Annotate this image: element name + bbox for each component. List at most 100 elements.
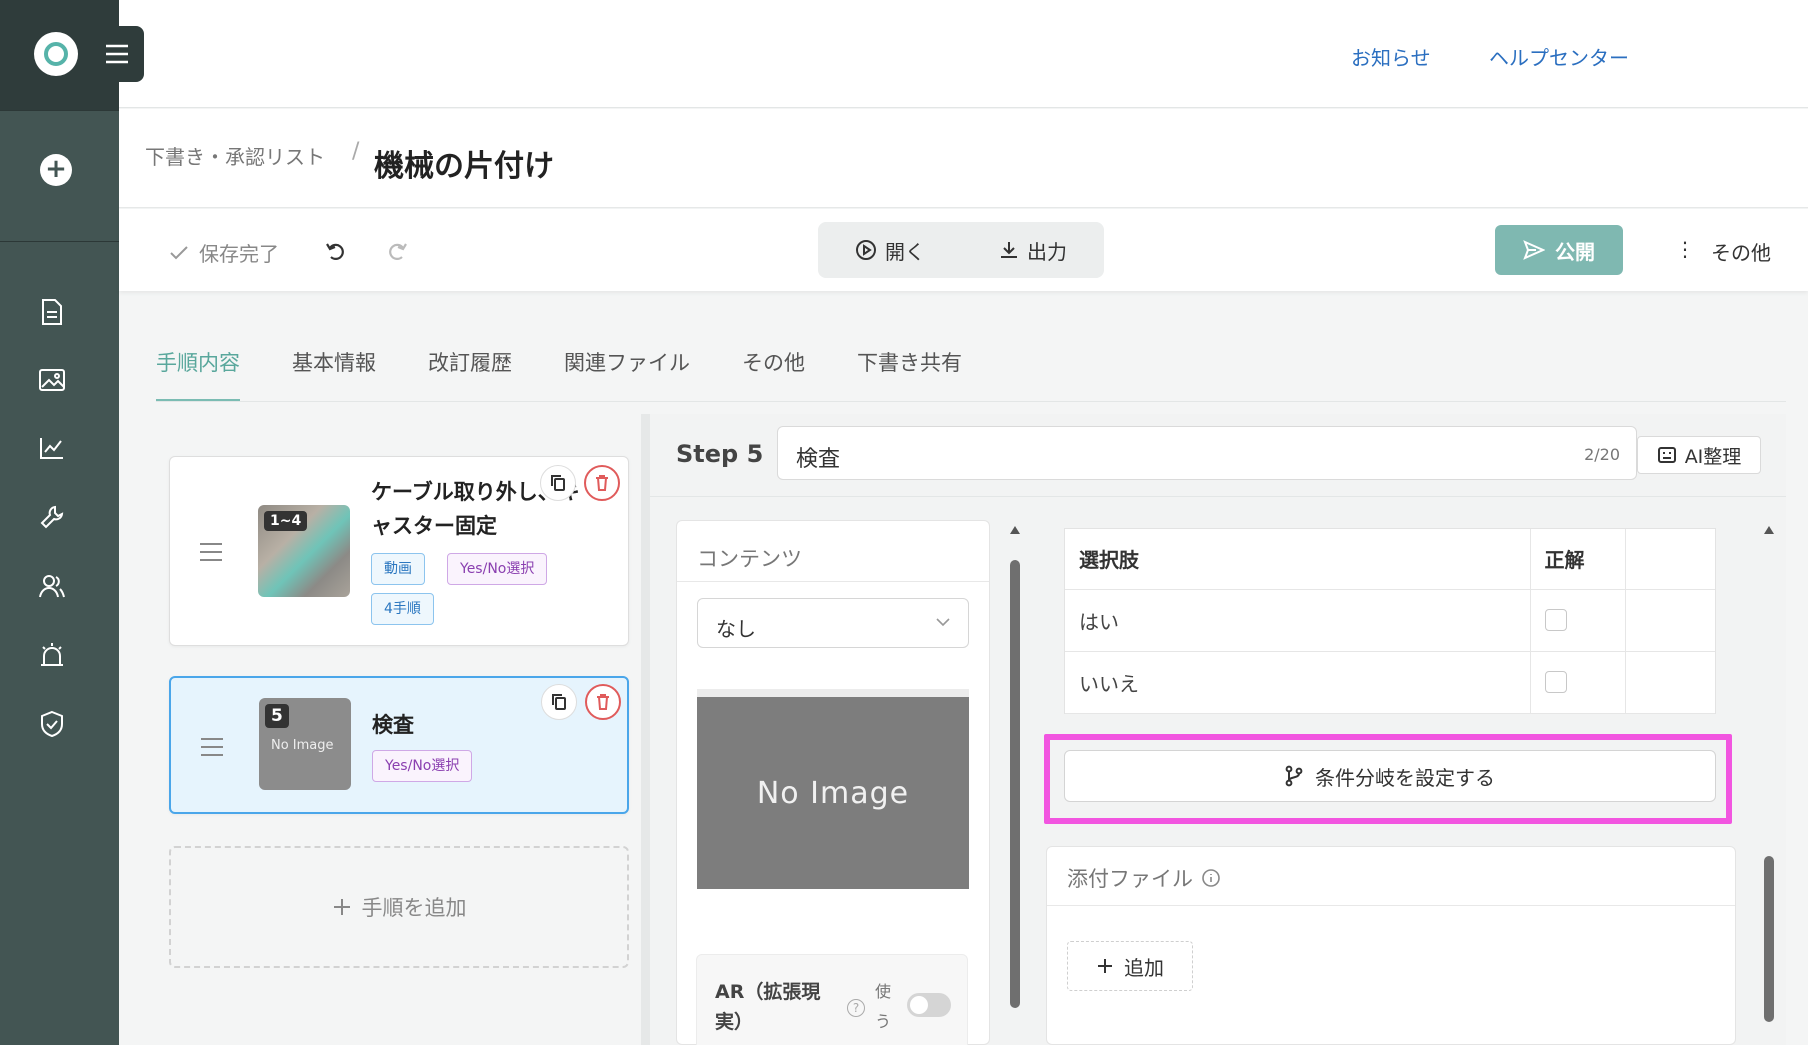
choices-table: 選択肢 正解 はい いいえ: [1064, 528, 1716, 714]
step-title-value: 検査: [796, 447, 841, 472]
attachments-panel: 添付ファイル 追加: [1046, 846, 1736, 1045]
copy-step-button[interactable]: [540, 465, 576, 501]
publish-button-label: 公開: [1555, 239, 1595, 264]
ar-use-label: 使う: [875, 982, 892, 1031]
tab-other[interactable]: その他: [716, 348, 831, 402]
delete-step-button[interactable]: [584, 465, 620, 501]
ar-label: AR（拡張現実）: [715, 981, 821, 1033]
breadcrumb-parent[interactable]: 下書き・承認リスト: [145, 141, 325, 170]
info-icon[interactable]: [1201, 868, 1221, 888]
chart-icon[interactable]: [36, 432, 68, 464]
copy-icon: [552, 694, 566, 710]
column-header: 選択肢: [1065, 529, 1530, 590]
no-image-label: No Image: [271, 738, 334, 753]
drag-handle-icon[interactable]: [201, 738, 223, 756]
rail-divider: [0, 241, 119, 242]
ai-organize-label: AI整理: [1684, 445, 1742, 468]
step-thumbnail: 5 No Image: [259, 698, 351, 790]
contents-type-select[interactable]: なし: [697, 598, 969, 648]
tag-video: 動画: [371, 553, 425, 585]
ar-toggle[interactable]: [907, 993, 951, 1017]
step-card-active[interactable]: 5 No Image 検査 Yes/No選択: [169, 676, 629, 814]
contents-title: コンテンツ: [697, 547, 802, 571]
ai-organize-button[interactable]: AI整理: [1637, 436, 1761, 474]
step-number-badge: 1~4: [264, 511, 308, 531]
top-header: お知らせ ヘルプセンター: [119, 0, 1808, 108]
help-center-link[interactable]: ヘルプセンター: [1489, 42, 1629, 71]
save-status: 保存完了: [169, 238, 279, 267]
set-branch-label: 条件分岐を設定する: [1315, 765, 1495, 790]
create-new-button[interactable]: +: [40, 154, 72, 186]
page-title: 機械の片付け: [374, 149, 554, 184]
column-header: 正解: [1529, 529, 1625, 590]
branch-icon: [1285, 765, 1303, 787]
step-list: 1~4 ケーブル取り外し、キ ャスター固定 動画 Yes/No選択 4手順 5 …: [119, 402, 641, 1045]
attachments-title: 添付ファイル: [1067, 863, 1221, 893]
content-tabs: 手順内容 基本情報 改訂履歴 関連ファイル その他 下書き共有: [156, 348, 988, 402]
step-detail-pane: Step 5 検査 2/20 AI整理 コンテンツ なし No Image AR…: [650, 414, 1786, 1045]
tag-yes-no: Yes/No選択: [447, 553, 548, 585]
pane-splitter[interactable]: [641, 414, 650, 1045]
add-step-label: 手順を追加: [361, 896, 467, 920]
tab-related-files[interactable]: 関連ファイル: [538, 348, 716, 402]
step-thumbnail: 1~4: [258, 505, 350, 597]
delete-step-button[interactable]: [585, 684, 621, 720]
copy-step-button[interactable]: [541, 684, 577, 720]
alarm-icon[interactable]: [36, 639, 68, 671]
redo-button[interactable]: [382, 235, 412, 265]
notifications-link[interactable]: お知らせ: [1351, 42, 1431, 71]
chevron-down-icon: [936, 618, 950, 627]
trash-icon: [596, 475, 608, 491]
send-icon: [1523, 240, 1545, 260]
tab-basic-info[interactable]: 基本情報: [266, 348, 402, 402]
correct-checkbox[interactable]: [1544, 671, 1567, 693]
output-button-label: 出力: [1027, 239, 1067, 264]
table-row: はい: [1065, 589, 1715, 652]
char-counter: 2/20: [1584, 445, 1620, 464]
output-button[interactable]: 出力: [999, 236, 1067, 265]
tab-steps[interactable]: 手順内容: [156, 348, 240, 402]
check-icon: [170, 245, 188, 259]
kebab-icon: ⋮: [1675, 237, 1695, 261]
tag-substeps: 4手順: [371, 593, 434, 625]
play-circle-icon: [856, 240, 876, 260]
choice-label: いいえ: [1065, 651, 1530, 714]
tab-revision-history[interactable]: 改訂履歴: [402, 348, 538, 402]
open-button[interactable]: 開く: [855, 236, 925, 265]
menu-toggle-button[interactable]: [90, 26, 144, 82]
breadcrumb-separator: /: [352, 139, 360, 164]
table-row: いいえ: [1065, 651, 1715, 714]
help-icon[interactable]: ?: [847, 999, 865, 1017]
redo-icon: [389, 243, 407, 260]
correct-checkbox[interactable]: [1544, 609, 1567, 631]
add-step-button[interactable]: 手順を追加: [169, 846, 629, 968]
step-title-input[interactable]: 検査 2/20: [777, 426, 1637, 480]
app-logo[interactable]: [34, 32, 78, 76]
detail-scrollbar[interactable]: [1762, 526, 1776, 1045]
column-header-empty: [1624, 529, 1715, 590]
shield-check-icon[interactable]: [36, 708, 68, 740]
step-card[interactable]: 1~4 ケーブル取り外し、キ ャスター固定 動画 Yes/No選択 4手順: [169, 456, 629, 646]
publish-button[interactable]: 公開: [1495, 225, 1623, 275]
users-icon[interactable]: [36, 570, 68, 602]
plus-icon: [333, 899, 350, 915]
save-status-label: 保存完了: [199, 242, 279, 266]
drag-handle-icon[interactable]: [200, 543, 222, 561]
undo-button[interactable]: [321, 235, 351, 265]
image-icon[interactable]: [36, 364, 68, 396]
step-label: Step 5: [676, 440, 764, 468]
more-menu-button[interactable]: ⋮ その他: [1675, 237, 1771, 266]
hamburger-icon: [106, 44, 128, 64]
add-attachment-button[interactable]: 追加: [1067, 941, 1193, 991]
wrench-icon[interactable]: [36, 501, 68, 533]
set-branch-button[interactable]: 条件分岐を設定する: [1064, 750, 1716, 802]
contents-type-value: なし: [716, 617, 756, 641]
step-title-line: ャスター固定: [371, 514, 497, 538]
copy-icon: [551, 475, 565, 491]
contents-scrollbar[interactable]: [1008, 526, 1022, 1045]
tab-draft-share[interactable]: 下書き共有: [831, 348, 988, 402]
download-icon: [1001, 242, 1017, 258]
step-number-badge: 5: [265, 704, 289, 728]
table-header: 選択肢 正解: [1065, 529, 1715, 590]
document-icon[interactable]: [36, 296, 68, 328]
